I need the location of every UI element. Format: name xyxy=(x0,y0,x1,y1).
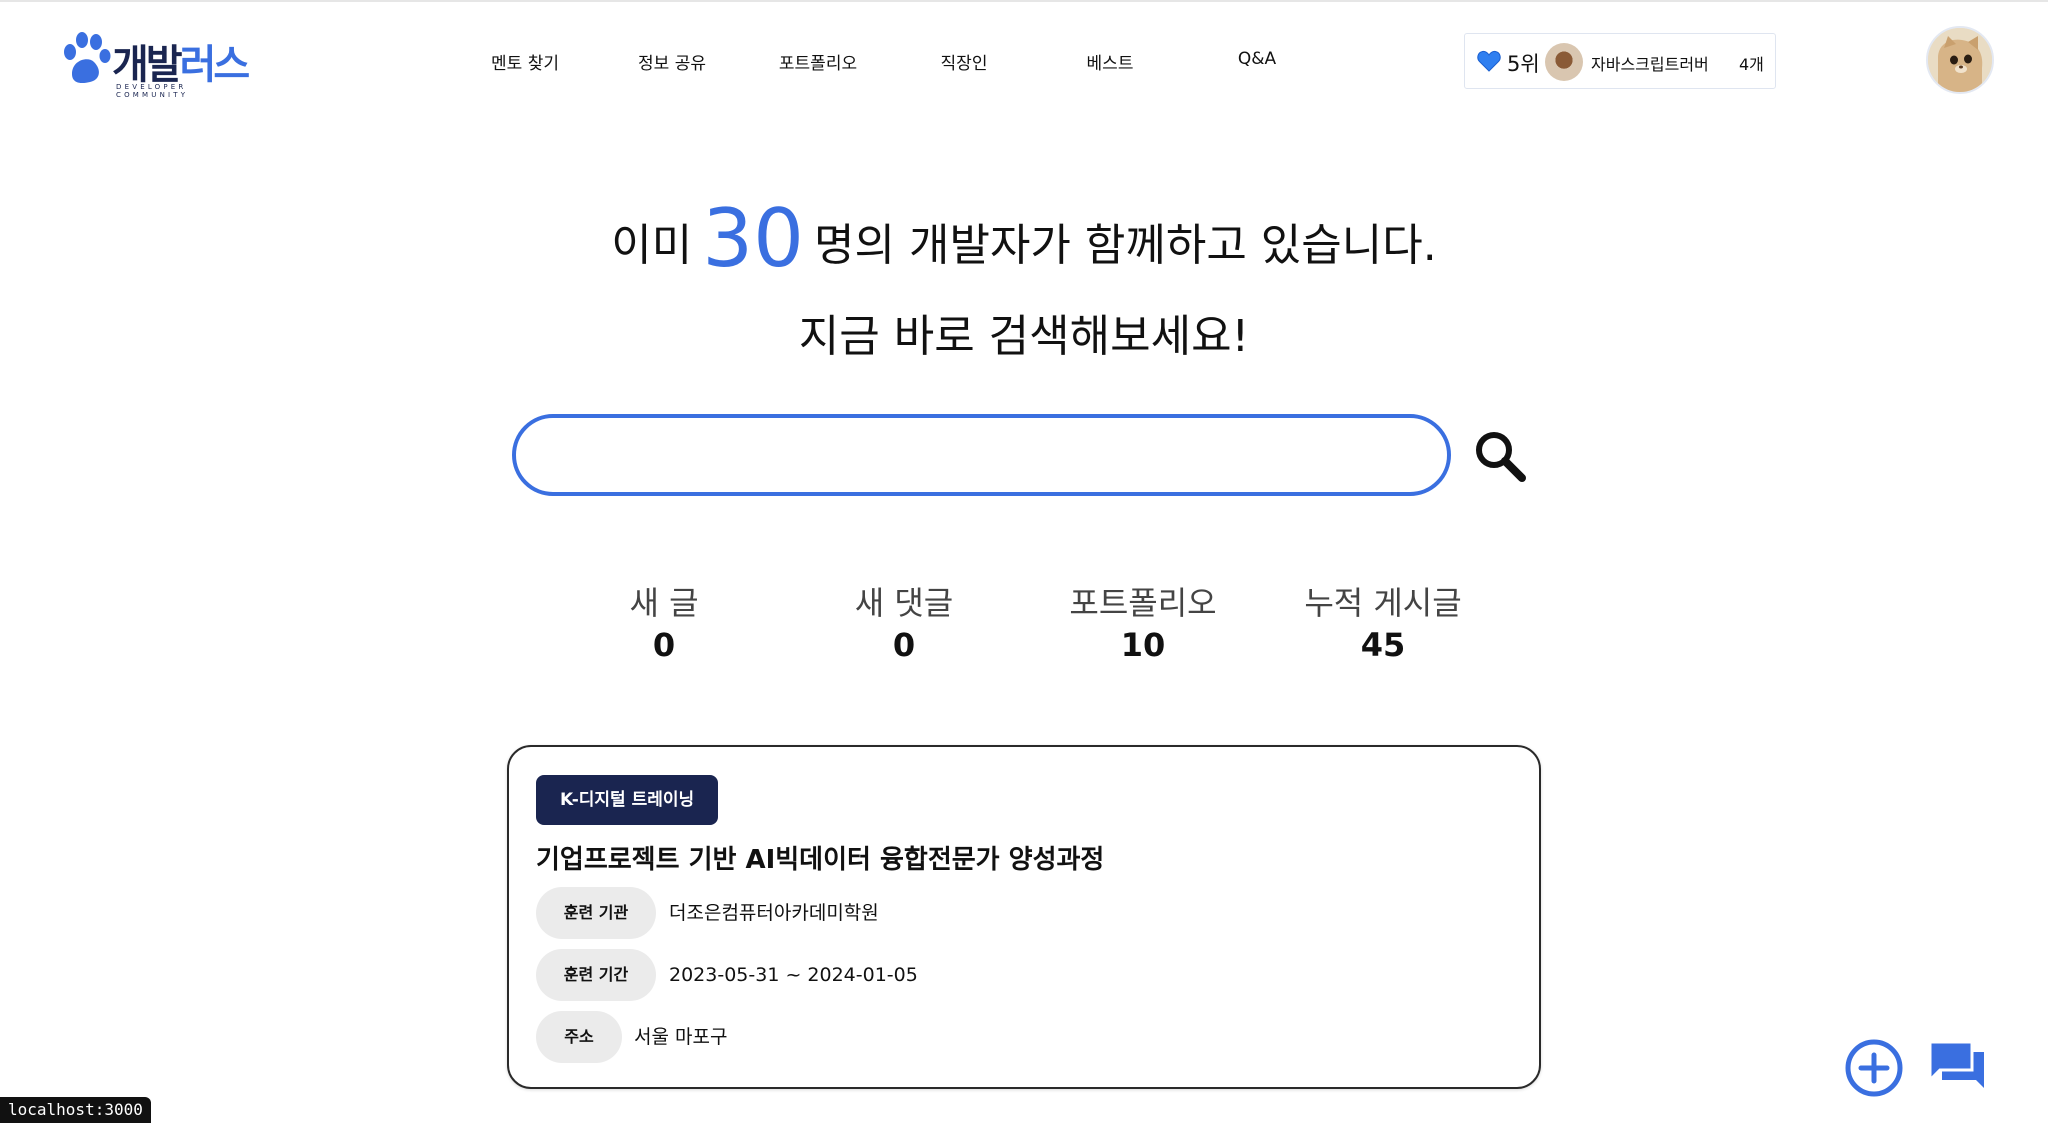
info-tag: 주소 xyxy=(536,1011,622,1063)
cat-avatar-icon xyxy=(1928,28,1992,92)
nav-best[interactable]: 베스트 xyxy=(1087,49,1134,74)
training-course-card[interactable]: K-디지털 트레이닝 기업프로젝트 기반 AI빅데이터 융합전문가 양성과정 훈… xyxy=(507,745,1541,1089)
search-input[interactable] xyxy=(512,414,1451,496)
stat-new-posts: 새 글 0 xyxy=(554,578,774,664)
stat-value: 45 xyxy=(1360,626,1406,664)
info-tag: 훈련 기관 xyxy=(536,887,656,939)
logo[interactable]: 개발러스 DEVELOPER COMMUNITY xyxy=(58,30,258,99)
stat-value: 0 xyxy=(652,626,676,664)
info-value: 서울 마포구 xyxy=(634,1026,728,1048)
stat-label: 새 글 xyxy=(629,584,699,622)
stat-label: 누적 게시글 xyxy=(1304,584,1462,622)
add-post-icon[interactable] xyxy=(1844,1038,1904,1098)
info-tag: 훈련 기간 xyxy=(536,949,656,1001)
logo-text-accent: 러스 xyxy=(179,42,251,88)
hero-subheadline: 지금 바로 검색해보세요! xyxy=(798,311,1250,362)
hero-suffix: 명의 개발자가 함께하고 있습니다. xyxy=(814,220,1437,271)
nav-mentor[interactable]: 멘토 찾기 xyxy=(491,49,559,74)
stat-label: 새 댓글 xyxy=(854,584,954,622)
nav-qna[interactable]: Q&A xyxy=(1238,49,1276,69)
browser-status-url: localhost:3000 xyxy=(0,1097,151,1123)
rank-user-name: 자바스크립트러버 xyxy=(1591,55,1709,74)
info-value: 2023-05-31 ~ 2024-01-05 xyxy=(669,964,918,986)
blue-heart-icon xyxy=(1477,50,1501,72)
logo-subtitle: DEVELOPER COMMUNITY xyxy=(116,83,189,99)
hero-prefix: 이미 xyxy=(611,220,693,271)
rank-user-avatar xyxy=(1545,43,1583,81)
rank-position: 5위 xyxy=(1507,52,1540,76)
logo-wordmark: 개발러스 xyxy=(112,32,251,90)
stat-total-posts: 누적 게시글 45 xyxy=(1273,578,1493,664)
paw-icon xyxy=(64,32,111,84)
hero-headline: 이미 30 명의 개발자가 함께하고 있습니다. xyxy=(0,192,2048,285)
rank-post-count: 4개 xyxy=(1739,55,1764,74)
stat-new-comments: 새 댓글 0 xyxy=(794,578,1014,664)
search-icon[interactable] xyxy=(1470,426,1530,486)
logo-text-main: 개발 xyxy=(112,42,183,88)
stat-label: 포트폴리오 xyxy=(1069,584,1217,622)
info-value: 더조은컴퓨터아카데미학원 xyxy=(669,902,879,924)
profile-avatar[interactable] xyxy=(1926,26,1994,94)
course-title: 기업프로젝트 기반 AI빅데이터 융합전문가 양성과정 xyxy=(536,845,1105,875)
nav-portfolio[interactable]: 포트폴리오 xyxy=(779,49,857,74)
stat-portfolio: 포트폴리오 10 xyxy=(1033,578,1253,664)
hero-member-count: 30 xyxy=(702,192,805,285)
course-category-badge: K-디지털 트레이닝 xyxy=(536,775,719,825)
stat-value: 10 xyxy=(1120,626,1166,664)
chat-icon[interactable] xyxy=(1926,1038,1988,1098)
stat-value: 0 xyxy=(892,626,916,664)
nav-info-share[interactable]: 정보 공유 xyxy=(638,49,706,74)
user-rank-widget[interactable]: 5위 자바스크립트러버 4개 xyxy=(1464,33,1776,89)
nav-workers[interactable]: 직장인 xyxy=(941,49,988,74)
